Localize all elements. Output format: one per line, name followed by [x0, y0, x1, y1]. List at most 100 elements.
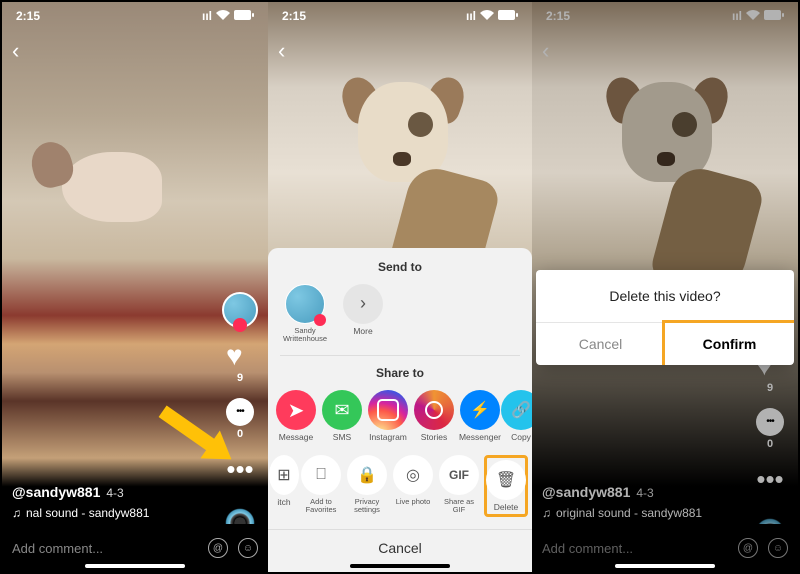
comment-count: 0: [237, 428, 243, 440]
status-time: 2:15: [16, 9, 40, 23]
battery-icon: [234, 9, 254, 23]
video-info: @sandyw881 4-3 original sound - sandyw881: [542, 484, 702, 520]
action-rail: 9 0 •••: [222, 292, 258, 539]
send-to-more[interactable]: › More: [340, 284, 386, 344]
actions-row: ⊞itch ⎕Add to Favorites 🔒Privacy setting…: [268, 455, 532, 517]
heart-icon: [226, 342, 254, 370]
video-content-dog: [592, 42, 742, 262]
sound-link[interactable]: nal sound - sandyw881: [12, 506, 149, 520]
share-instagram[interactable]: Instagram: [368, 390, 408, 442]
like-button[interactable]: 9: [226, 342, 254, 384]
battery-icon: [764, 9, 784, 23]
stories-icon: [414, 390, 454, 430]
gif-icon: GIF: [439, 455, 479, 495]
dialog-confirm-button[interactable]: Confirm: [662, 320, 794, 365]
send-to-title: Send to: [268, 260, 532, 274]
music-note-icon: [542, 506, 551, 520]
video-content-dog: [32, 132, 192, 262]
contact-avatar-icon: [285, 284, 325, 324]
status-time: 2:15: [282, 9, 306, 23]
link-icon: 🔗: [501, 390, 532, 430]
signal-icon: ııl: [202, 9, 212, 23]
status-time: 2:15: [546, 9, 570, 23]
music-note-icon: [12, 506, 21, 520]
back-button[interactable]: ‹: [542, 38, 549, 64]
signal-icon: ııl: [466, 9, 476, 23]
home-indicator[interactable]: [615, 564, 715, 568]
more-label: More: [353, 327, 372, 336]
tutorial-arrow: [159, 405, 218, 452]
send-to-row: Sandy Writtenhouse › More: [268, 284, 532, 344]
livephoto-icon: ◎: [393, 455, 433, 495]
post-date: 4-3: [106, 486, 123, 500]
sms-icon: ✉: [322, 390, 362, 430]
action-privacy[interactable]: 🔒Privacy settings: [346, 455, 388, 517]
screen-3-confirm: 2:15 ııl ‹ 9: [532, 2, 798, 572]
like-count: 9: [237, 372, 243, 384]
screen-2-share-sheet: 2:15 ııl ‹ Send to Sandy Writtenhouse ›: [268, 2, 532, 572]
wifi-icon: [746, 9, 760, 23]
messenger-icon: [460, 390, 500, 430]
battery-icon: [498, 9, 518, 23]
sound-text: nal sound - sandyw881: [26, 506, 149, 520]
status-bar: 2:15 ııl: [268, 2, 532, 30]
share-to-row: ➤Message ✉SMS Instagram Stories Messenge…: [268, 390, 532, 442]
action-favorites[interactable]: ⎕Add to Favorites: [300, 455, 342, 517]
instagram-icon: [368, 390, 408, 430]
status-bar: 2:15 ııl: [532, 2, 798, 30]
dialog-title: Delete this video?: [536, 270, 794, 322]
comment-button[interactable]: 0: [756, 408, 784, 450]
action-livephoto[interactable]: ◎Live photo: [392, 455, 434, 517]
share-message[interactable]: ➤Message: [276, 390, 316, 442]
more-options-button[interactable]: •••: [756, 464, 783, 495]
profile-avatar[interactable]: [222, 292, 258, 328]
sound-text: original sound - sandyw881: [556, 506, 702, 520]
share-sheet: Send to Sandy Writtenhouse › More Share …: [268, 248, 532, 572]
username[interactable]: @sandyw881: [12, 484, 100, 500]
send-to-contact[interactable]: Sandy Writtenhouse: [280, 284, 330, 344]
share-messenger[interactable]: Messenger: [460, 390, 500, 442]
lock-icon: 🔒: [347, 455, 387, 495]
action-gif[interactable]: GIFShare as GIF: [438, 455, 480, 517]
back-button[interactable]: ‹: [278, 38, 285, 64]
signal-icon: ııl: [732, 9, 742, 23]
wifi-icon: [216, 9, 230, 23]
video-info: @sandyw881 4-3 nal sound - sandyw881: [12, 484, 149, 520]
comment-input[interactable]: Add comment...: [12, 541, 208, 556]
home-indicator[interactable]: [350, 564, 450, 568]
share-stories[interactable]: Stories: [414, 390, 454, 442]
share-sms[interactable]: ✉SMS: [322, 390, 362, 442]
comment-count: 0: [767, 438, 773, 450]
share-to-title: Share to: [268, 366, 532, 380]
chevron-right-icon: ›: [343, 284, 383, 324]
action-delete[interactable]: 🗑Delete: [484, 455, 528, 517]
stitch-icon: ⊞: [269, 455, 299, 495]
sound-link[interactable]: original sound - sandyw881: [542, 506, 702, 520]
emoji-icon[interactable]: ☺: [768, 538, 788, 558]
comment-icon: [756, 408, 784, 436]
dialog-cancel-button[interactable]: Cancel: [536, 323, 665, 365]
mention-icon[interactable]: @: [208, 538, 228, 558]
wifi-icon: [480, 9, 494, 23]
back-button[interactable]: ‹: [12, 38, 19, 64]
like-count: 9: [767, 382, 773, 394]
trash-icon: 🗑: [486, 460, 526, 500]
action-stitch[interactable]: ⊞itch: [272, 455, 296, 517]
mention-icon[interactable]: @: [738, 538, 758, 558]
contact-label: Sandy Writtenhouse: [280, 327, 330, 344]
emoji-icon[interactable]: ☺: [238, 538, 258, 558]
username[interactable]: @sandyw881: [542, 484, 630, 500]
post-date: 4-3: [636, 486, 653, 500]
divider: [280, 355, 520, 356]
comment-icon: [226, 398, 254, 426]
screen-1-feed: 2:15 ııl ‹ 9 0 ••• @sandyw8814-3 nal: [2, 2, 268, 572]
home-indicator[interactable]: [85, 564, 185, 568]
video-content-dog: [328, 42, 478, 262]
status-bar: 2:15 ııl: [2, 2, 268, 30]
comment-button[interactable]: 0: [226, 398, 254, 440]
cancel-button[interactable]: Cancel: [268, 529, 532, 564]
bookmark-icon: ⎕: [301, 455, 341, 495]
share-copy[interactable]: 🔗Copy: [506, 390, 532, 442]
message-icon: ➤: [276, 390, 316, 430]
comment-input[interactable]: Add comment...: [542, 541, 738, 556]
